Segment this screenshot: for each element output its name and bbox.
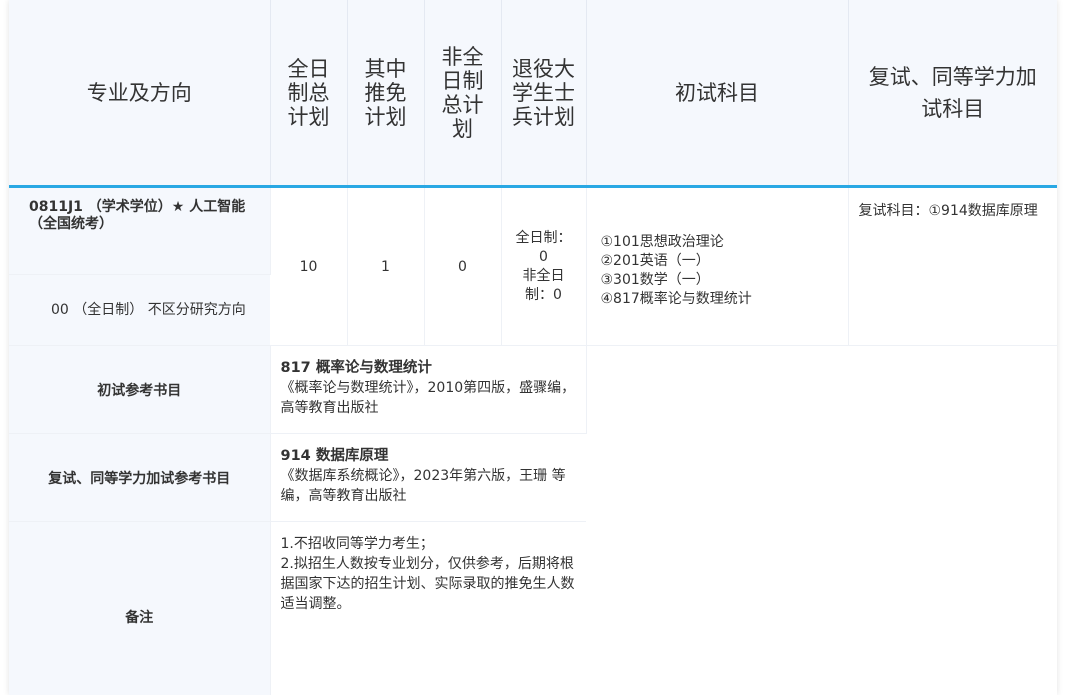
major-name: 0811J1 （学术学位）★ 人工智能（全国统考） xyxy=(9,186,271,275)
header-retest-subjects: 复试、同等学力加试科目 xyxy=(848,0,1057,187)
header-parttime-total: 非全日制总计划 xyxy=(424,0,502,187)
retest-subjects-value: 复试科目：①914数据库原理 xyxy=(848,186,1057,346)
subject-item: ②201英语（一） xyxy=(600,252,710,269)
program-row: 0811J1 （学术学位）★ 人工智能（全国统考） 10 1 0 全日制： 0 … xyxy=(9,186,1057,346)
fulltime-total-value: 10 xyxy=(270,186,348,346)
retest-book-title: 914 数据库原理 xyxy=(280,448,389,464)
header-veteran: 退役大学生士兵计划 xyxy=(501,0,587,187)
recommend-value: 1 xyxy=(347,186,425,346)
initial-books-content: 817 概率论与数理统计 《概率论与数理统计》，2010第四版，盛骤编，高等教育… xyxy=(270,345,587,434)
subject-item: ③301数学（一） xyxy=(600,271,710,288)
retest-books-label: 复试、同等学力加试参考书目 xyxy=(9,433,271,522)
admission-table: 专业及方向 全日制总计划 其中推免计划 非全日制总计划 退役大学生士兵计划 初试… xyxy=(9,0,1057,695)
initial-books-label: 初试参考书目 xyxy=(9,345,271,434)
initial-book-detail: 《概率论与数理统计》，2010第四版，盛骤编，高等教育出版社 xyxy=(280,380,576,416)
initial-subjects-list: ①101思想政治理论 ②201英语（一） ③301数学（一） ④817概率论与数… xyxy=(586,186,849,346)
note-line: 1.不招收同等学力考生； xyxy=(280,536,434,552)
notes-content: 1.不招收同等学力考生； 2.拟招生人数按专业划分，仅供参考，后期将根据国家下达… xyxy=(270,522,586,695)
notes-label: 备注 xyxy=(9,521,271,695)
retest-books-content: 914 数据库原理 《数据库系统概论》，2023年第六版，王珊 等编，高等教育出… xyxy=(270,433,586,522)
retest-book-detail: 《数据库系统概论》，2023年第六版，王珊 等编，高等教育出版社 xyxy=(280,468,566,504)
research-direction: 00 （全日制） 不区分研究方向 xyxy=(9,274,270,346)
veteran-plan-value: 全日制： 0 非全日 制：0 xyxy=(501,186,587,346)
header-fulltime-total: 全日制总计划 xyxy=(270,0,348,187)
empty-area xyxy=(586,346,1057,695)
subject-item: ④817概率论与数理统计 xyxy=(600,290,752,307)
parttime-total-value: 0 xyxy=(424,186,502,346)
admission-table-card: 专业及方向 全日制总计划 其中推免计划 非全日制总计划 退役大学生士兵计划 初试… xyxy=(9,0,1057,695)
header-initial-subjects: 初试科目 xyxy=(586,0,849,187)
header-recommend: 其中推免计划 xyxy=(347,0,425,187)
table-header-row: 专业及方向 全日制总计划 其中推免计划 非全日制总计划 退役大学生士兵计划 初试… xyxy=(9,0,1057,187)
subject-item: ①101思想政治理论 xyxy=(600,233,724,250)
initial-books-row: 初试参考书目 817 概率论与数理统计 《概率论与数理统计》，2010第四版，盛… xyxy=(9,345,1057,434)
initial-book-title: 817 概率论与数理统计 xyxy=(280,360,432,376)
note-line: 2.拟招生人数按专业划分，仅供参考，后期将根据国家下达的招生计划、实际录取的推免… xyxy=(280,556,575,612)
header-major: 专业及方向 xyxy=(9,0,271,187)
